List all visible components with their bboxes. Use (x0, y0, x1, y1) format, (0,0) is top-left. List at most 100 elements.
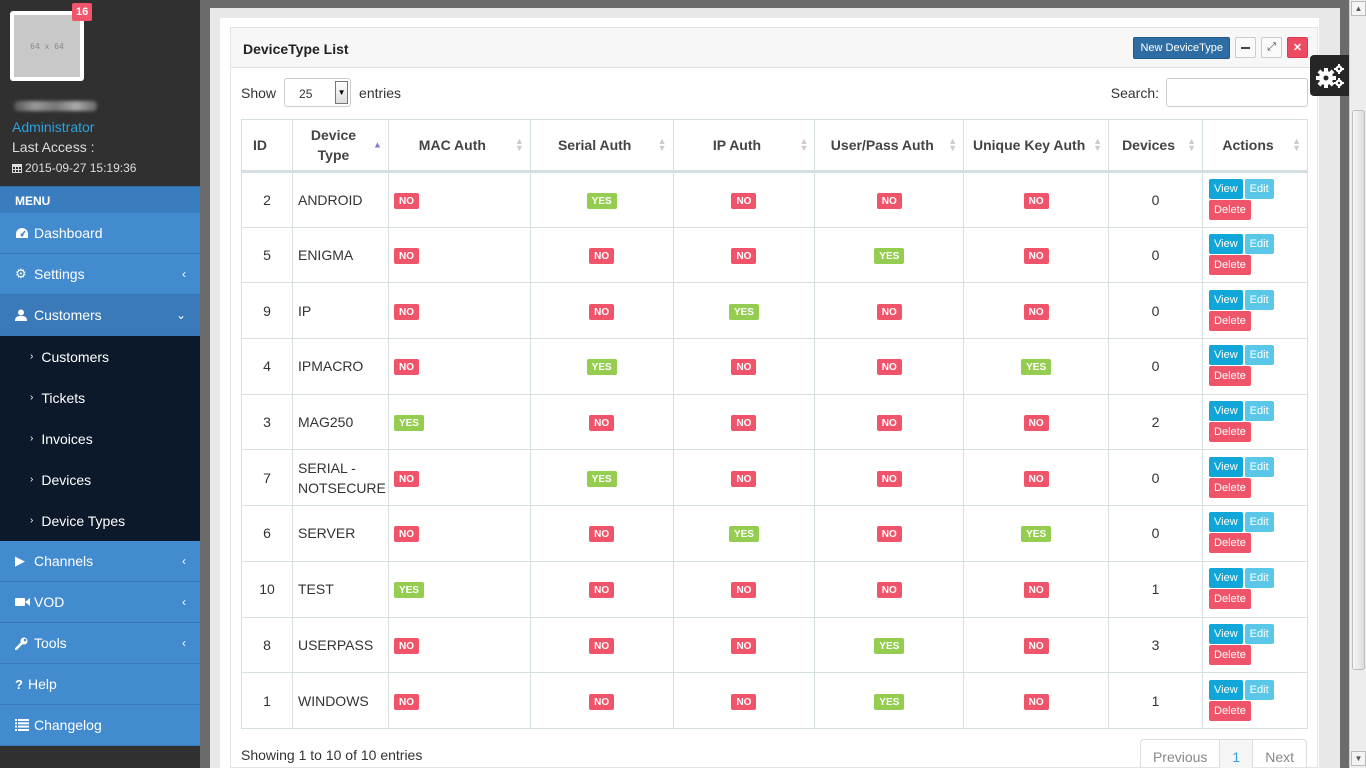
cell-actions: View Edit Delete (1202, 560, 1308, 618)
edit-button[interactable]: Edit (1244, 345, 1274, 366)
cell-mac-auth: NO (387, 171, 531, 228)
settings-gear-toggle[interactable] (1310, 55, 1350, 96)
no-badge: NO (393, 303, 419, 320)
cell-devices: 2 (1108, 393, 1204, 451)
no-badge: NO (393, 359, 419, 376)
app: 64 x 64 16 Administrator Last Access : 2… (0, 0, 1366, 768)
delete-button[interactable]: Delete (1209, 477, 1251, 498)
no-badge: NO (393, 470, 419, 487)
cell-devices: 0 (1108, 171, 1204, 228)
view-button[interactable]: View (1209, 512, 1243, 533)
cell-devices: 0 (1108, 505, 1204, 562)
column-header-ip-auth[interactable]: IP Auth ▲ ▼ (672, 119, 816, 172)
edit-button[interactable]: Edit (1244, 401, 1274, 422)
edit-button[interactable]: Edit (1244, 178, 1274, 199)
view-button[interactable]: View (1209, 289, 1243, 310)
delete-button[interactable]: Delete (1209, 589, 1251, 610)
no-badge: NO (1023, 303, 1049, 320)
column-header-actions[interactable]: Actions ▲ ▼ (1202, 119, 1308, 172)
delete-button[interactable]: Delete (1209, 255, 1251, 276)
column-header-serial-auth[interactable]: Serial Auth ▲ ▼ (529, 119, 674, 172)
sidebar-item-dashboard[interactable]: Dashboard (0, 213, 200, 254)
delete-button[interactable]: Delete (1209, 199, 1251, 220)
cell-devices: 1 (1108, 560, 1204, 618)
column-header-userpass-auth[interactable]: User/Pass Auth ▲ ▼ (814, 119, 965, 172)
avatar[interactable]: 64 x 64 (10, 11, 84, 81)
delete-button[interactable]: Delete (1209, 700, 1251, 721)
view-button[interactable]: View (1209, 345, 1243, 366)
notification-badge[interactable]: 16 (72, 3, 93, 21)
edit-button[interactable]: Edit (1244, 568, 1274, 589)
column-header-unique-key-auth[interactable]: Unique Key Auth ▲ ▼ (963, 119, 1110, 172)
yes-badge: YES (874, 248, 905, 265)
cell-uniquekey-auth: NO (963, 672, 1110, 729)
sidebar-item-help[interactable]: ? Help (0, 664, 200, 705)
delete-button[interactable]: Delete (1209, 422, 1251, 443)
scrollbar-thumb[interactable] (1352, 110, 1365, 670)
view-button[interactable]: View (1209, 234, 1243, 255)
vertical-scrollbar[interactable]: ▲ ▼ (1349, 0, 1366, 768)
sidebar-item-changelog[interactable]: Changelog (0, 705, 200, 746)
cell-actions: View Edit Delete (1202, 338, 1308, 395)
previous-page-button[interactable]: Previous (1141, 740, 1221, 768)
cell-id: 5 (241, 226, 293, 284)
column-header-label: MAC Auth (418, 137, 486, 153)
column-header-device-type[interactable]: Device Type ▲ (291, 119, 389, 172)
edit-button[interactable]: Edit (1244, 679, 1274, 700)
view-button[interactable]: View (1209, 679, 1243, 700)
column-header-id[interactable]: ID (241, 119, 293, 172)
table-info: Showing 1 to 10 of 10 entries (241, 747, 423, 763)
cell-device-type: IPMACRO (291, 338, 389, 395)
sidebar-item-channels[interactable]: ▶ Channels ‹ (0, 541, 200, 582)
sidebar-item-vod[interactable]: VOD ‹ (0, 582, 200, 623)
user-role-link[interactable]: Administrator (12, 119, 94, 135)
edit-button[interactable]: Edit (1244, 512, 1274, 533)
edit-button[interactable]: Edit (1244, 289, 1274, 310)
view-button[interactable]: View (1209, 401, 1243, 422)
scroll-up-button[interactable]: ▲ (1351, 1, 1366, 16)
edit-button[interactable]: Edit (1244, 234, 1274, 255)
submenu-item-tickets[interactable]: › Tickets (0, 377, 200, 418)
cell-serial-auth: NO (529, 226, 674, 284)
device-type-table: ID Device Type ▲ MAC Auth ▲ ▼ Serial Auth ▲ ▼… (241, 119, 1308, 729)
cell-devices: 0 (1108, 449, 1204, 507)
no-badge: NO (589, 303, 615, 320)
delete-button[interactable]: Delete (1209, 366, 1251, 387)
view-button[interactable]: View (1209, 623, 1243, 644)
table-row: 4 IPMACRO NO YES NO NO YES 0 View Edit Delete (241, 338, 1308, 395)
table-row: 5 ENIGMA NO NO NO YES NO 0 View Edit Delete (241, 226, 1308, 284)
delete-button[interactable]: Delete (1209, 644, 1251, 665)
cell-uniquekey-auth: YES (963, 505, 1110, 562)
submenu-item-invoices[interactable]: › Invoices (0, 418, 200, 459)
edit-button[interactable]: Edit (1244, 623, 1274, 644)
no-badge: NO (876, 470, 902, 487)
sidebar-item-tools[interactable]: Tools ‹ (0, 623, 200, 664)
edit-button[interactable]: Edit (1244, 456, 1274, 477)
cell-ip-auth: NO (672, 672, 816, 729)
sidebar-item-customers[interactable]: Customers ⌄ (0, 295, 200, 336)
cell-device-type: TEST (291, 560, 389, 618)
view-button[interactable]: View (1209, 178, 1243, 199)
cell-serial-auth: YES (529, 338, 674, 395)
no-badge: NO (393, 526, 419, 543)
cell-ip-auth: NO (672, 226, 816, 284)
no-badge: NO (1023, 248, 1049, 265)
delete-button[interactable]: Delete (1209, 533, 1251, 554)
submenu-item-devices[interactable]: › Devices (0, 459, 200, 500)
no-badge: NO (393, 248, 419, 265)
sidebar-item-settings[interactable]: ⚙ Settings ‹ (0, 254, 200, 295)
page-button-1[interactable]: 1 (1220, 740, 1254, 768)
submenu-item-customers[interactable]: › Customers (0, 336, 200, 377)
cell-id: 10 (241, 560, 293, 618)
column-header-mac-auth[interactable]: MAC Auth ▲ ▼ (387, 119, 531, 172)
cell-device-type: MAG250 (291, 393, 389, 451)
view-button[interactable]: View (1209, 568, 1243, 589)
delete-button[interactable]: Delete (1209, 310, 1251, 331)
next-page-button[interactable]: Next (1253, 740, 1306, 768)
scroll-down-button[interactable]: ▼ (1351, 751, 1366, 766)
column-header-devices[interactable]: Devices ▲ ▼ (1108, 119, 1204, 172)
submenu-item-device-types[interactable]: › Device Types (0, 500, 200, 541)
view-button[interactable]: View (1209, 456, 1243, 477)
menu-header: MENU (0, 186, 200, 213)
cell-ip-auth: NO (672, 171, 816, 228)
